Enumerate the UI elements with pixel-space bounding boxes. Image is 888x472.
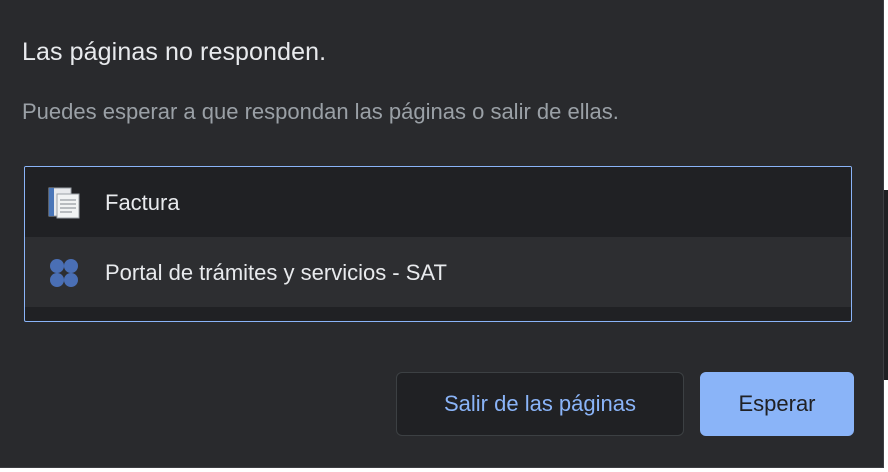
background-window-edge	[884, 190, 888, 380]
page-list-item[interactable]: Factura	[25, 167, 851, 237]
dialog-title: Las páginas no responden.	[22, 38, 327, 66]
exit-pages-button[interactable]: Salir de las páginas	[396, 372, 684, 436]
dialog-message: Puedes esperar a que respondan las págin…	[22, 99, 619, 124]
page-title: Portal de trámites y servicios - SAT	[105, 260, 447, 285]
grid-dots-icon	[47, 256, 81, 290]
unresponsive-pages-dialog: Las páginas no responden. Puedes esperar…	[0, 0, 884, 468]
document-icon	[47, 186, 81, 220]
wait-button[interactable]: Esperar	[700, 372, 854, 436]
page-title: Factura	[105, 190, 180, 215]
page-list-item[interactable]: Portal de trámites y servicios - SAT	[25, 237, 851, 307]
unresponsive-page-list: Factura Portal de trámites y servicios -…	[24, 166, 852, 322]
